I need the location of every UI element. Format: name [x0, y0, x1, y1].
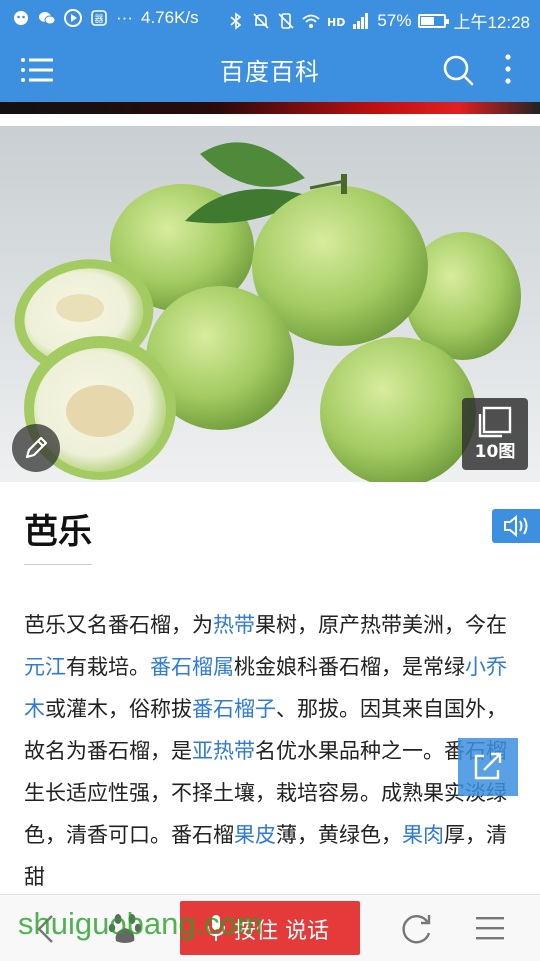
share-icon [474, 752, 502, 780]
article-text: 桃金娘科番石榴，是常绿 [234, 655, 465, 679]
edit-icon [25, 436, 48, 459]
more-icon[interactable] [496, 52, 520, 86]
hero-image[interactable] [0, 126, 540, 482]
article-text: 或灌木，俗称拔 [45, 697, 192, 721]
wifi-icon [302, 14, 321, 28]
more-notifications-icon: ··· [116, 8, 133, 27]
article-link[interactable]: 元江 [24, 655, 66, 679]
mute-icon [253, 12, 269, 29]
battery-icon [418, 13, 450, 28]
svg-text:器: 器 [94, 14, 103, 25]
app-icon: 器 [91, 10, 107, 26]
previous-image-strip [0, 102, 540, 114]
article-link[interactable]: 果皮 [234, 823, 276, 847]
article-body: 芭乐又名番石榴，为热带果树，原产热带美洲，今在元江有栽培。番石榴属桃金娘科番石榴… [24, 604, 516, 898]
app-bar: 百度百科 [0, 36, 540, 102]
battery-level-fill [421, 16, 435, 25]
vibrate-icon [278, 12, 294, 29]
search-icon[interactable] [442, 54, 474, 86]
signal-icon [353, 12, 369, 29]
wechat-icon [39, 12, 56, 25]
article-text: 有栽培。 [66, 655, 150, 679]
title-divider [24, 564, 92, 565]
share-button[interactable] [458, 738, 518, 796]
hold-to-talk-button[interactable]: 按住 说话 [180, 901, 360, 955]
paw-icon[interactable] [108, 911, 142, 945]
gallery-button[interactable]: 10图 [462, 398, 528, 470]
battery-percent: 57% [377, 10, 412, 30]
back-icon[interactable] [34, 913, 58, 945]
bluetooth-icon [230, 11, 242, 30]
network-speed: 4.76K/s [140, 8, 199, 27]
hold-to-talk-label: 按住 说话 [234, 919, 329, 944]
article-text: 芭乐又名番石榴，为 [24, 613, 213, 637]
article-link[interactable]: 亚热带 [192, 739, 255, 763]
gallery-icon [478, 406, 512, 438]
article-link[interactable]: 果肉 [402, 823, 444, 847]
list-icon[interactable] [474, 915, 506, 941]
article-link[interactable]: 热带 [213, 613, 255, 637]
microphone-icon [207, 915, 225, 941]
guava-photo [0, 126, 540, 482]
clock: 上午12:28 [453, 13, 530, 32]
article-text: 薄，黄绿色， [276, 823, 402, 847]
video-icon [64, 9, 82, 27]
svg-text:HD: HD [327, 16, 345, 29]
article-link[interactable]: 番石榴子 [192, 697, 276, 721]
speaker-icon [504, 514, 528, 538]
status-bar: 器 ··· 4.76K/s HD 57% 上午12:28 [0, 0, 540, 36]
article-title: 芭乐 [24, 512, 92, 552]
article-text: 果树，原产热带美洲，今在 [255, 613, 507, 637]
notification-icon [14, 11, 28, 25]
edit-button[interactable] [12, 424, 60, 472]
gallery-count: 10图 [474, 442, 516, 462]
article-link[interactable]: 番石榴属 [150, 655, 234, 679]
hd-icon: HD [327, 16, 345, 29]
bottom-nav: 按住 说话 [0, 894, 540, 961]
read-aloud-button[interactable] [492, 509, 540, 543]
refresh-icon[interactable] [400, 911, 434, 945]
